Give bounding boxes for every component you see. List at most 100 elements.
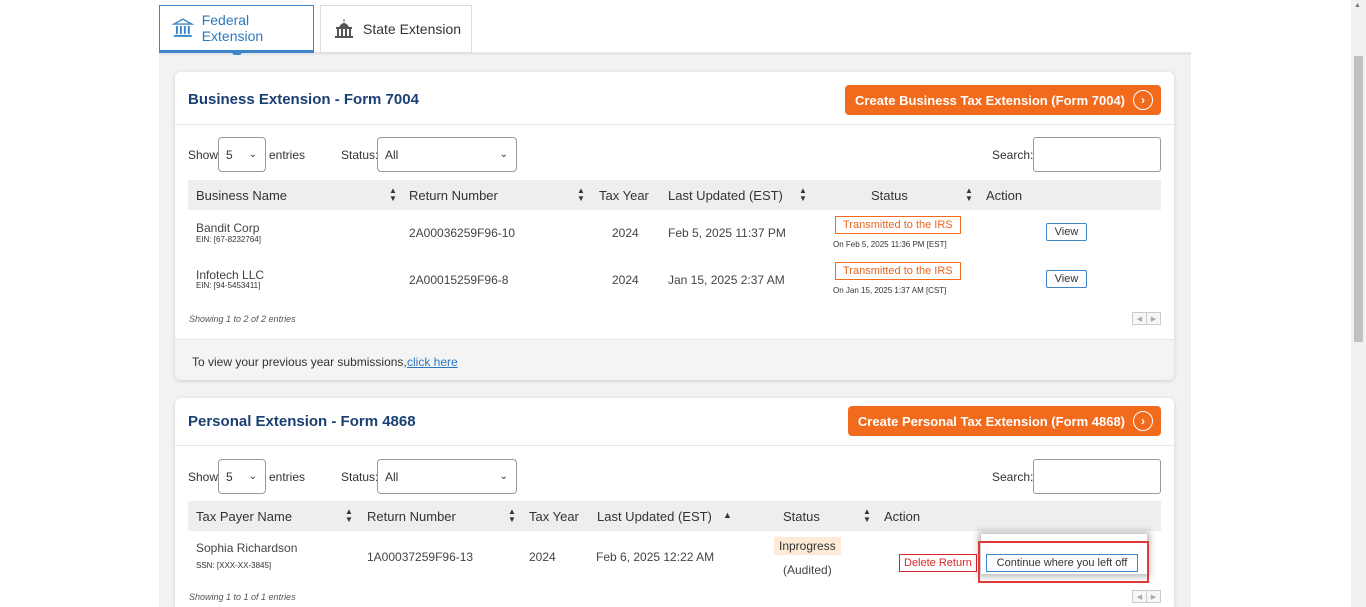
chevron-right-icon: › xyxy=(1133,411,1153,431)
last-updated: Feb 5, 2025 11:37 PM xyxy=(668,226,786,240)
chevron-down-icon: ⌄ xyxy=(499,149,508,160)
status-badge: Inprogress xyxy=(774,537,841,555)
business-name: Infotech LLC xyxy=(196,268,265,282)
prev-page-icon[interactable]: ◀ xyxy=(1133,591,1146,602)
status-filter-select[interactable]: All ⌄ xyxy=(377,137,517,172)
status-badge: Transmitted to the IRS xyxy=(835,262,961,280)
sort-icon[interactable]: ▲ ▼ xyxy=(389,187,397,203)
scroll-up-icon[interactable]: ▲ xyxy=(1354,2,1361,9)
showing-entries: Showing 1 to 1 of 1 entries xyxy=(189,592,296,602)
scroll-thumb[interactable] xyxy=(1354,56,1363,342)
view-button[interactable]: View xyxy=(1046,270,1087,288)
create-business-extension-button[interactable]: Create Business Tax Extension (Form 7004… xyxy=(845,85,1161,115)
show-label: Show xyxy=(188,148,219,162)
status-filter-label: Status: xyxy=(341,470,379,484)
previous-year-strip: To view your previous year submissions, … xyxy=(175,339,1174,380)
return-number: 2A00015259F96-8 xyxy=(409,273,509,287)
tab-federal-extension[interactable]: Federal Extension xyxy=(159,5,314,58)
col-return-number[interactable]: Return Number xyxy=(409,180,498,210)
status-timestamp: On Jan 15, 2025 1:37 AM [CST] xyxy=(833,286,947,295)
select-value: 5 xyxy=(226,147,233,162)
col-last-updated[interactable]: Last Updated (EST) xyxy=(668,180,783,210)
tab-label: Federal Extension xyxy=(201,12,264,44)
return-number: 1A00037259F96-13 xyxy=(367,550,474,564)
search-input[interactable] xyxy=(1033,137,1161,172)
create-personal-extension-button[interactable]: Create Personal Tax Extension (Form 4868… xyxy=(847,406,1161,436)
col-status[interactable]: Status xyxy=(783,501,820,531)
entries-label: entries xyxy=(269,470,306,484)
sort-icon[interactable]: ▲ ▼ xyxy=(965,187,973,203)
status-filter-select[interactable]: All ⌄ xyxy=(377,459,517,494)
button-label: Create Personal Tax Extension (Form 4868… xyxy=(857,413,1125,429)
sort-icon[interactable]: ▲ ▼ xyxy=(863,508,871,524)
sort-icon[interactable]: ▲ ▼ xyxy=(799,187,807,203)
last-updated: Jan 15, 2025 2:37 AM xyxy=(668,273,785,287)
personal-extension-card: Personal Extension - Form 4868 Create Pe… xyxy=(175,398,1174,607)
chevron-down-icon: ⌄ xyxy=(499,471,508,482)
tax-year: 2024 xyxy=(612,273,639,287)
chevron-down-icon: ⌄ xyxy=(248,149,257,160)
col-action: Action xyxy=(986,187,1023,203)
search-label: Search: xyxy=(992,148,1034,162)
col-last-updated[interactable]: Last Updated (EST) xyxy=(597,501,712,531)
status-filter-label: Status: xyxy=(341,148,379,162)
divider xyxy=(175,445,1174,446)
divider xyxy=(175,124,1174,125)
delete-return-button[interactable]: Delete Return xyxy=(899,554,977,572)
page-size-select[interactable]: 5 ⌄ xyxy=(218,459,266,494)
col-business-name[interactable]: Business Name xyxy=(196,180,287,210)
tax-year: 2024 xyxy=(612,226,639,240)
chevron-right-icon: › xyxy=(1133,90,1153,110)
card-title: Personal Extension - Form 4868 xyxy=(188,413,416,430)
select-value: All xyxy=(385,147,399,162)
pagination[interactable]: ◀ ▶ xyxy=(1132,590,1161,603)
page-scrollbar[interactable]: ▲ xyxy=(1351,0,1366,607)
col-tax-year[interactable]: Tax Year xyxy=(599,180,649,210)
col-tax-payer-name[interactable]: Tax Payer Name xyxy=(196,501,292,531)
extension-tabs: Federal Extension State Extension xyxy=(159,5,1191,58)
col-tax-year[interactable]: Tax Year xyxy=(529,501,579,531)
select-value: All xyxy=(385,469,399,484)
next-page-icon[interactable]: ▶ xyxy=(1146,591,1160,602)
search-label: Search: xyxy=(992,470,1034,484)
prev-page-icon[interactable]: ◀ xyxy=(1133,313,1146,324)
sort-icon[interactable]: ▲ ▼ xyxy=(508,508,516,524)
return-number: 2A00036259F96-10 xyxy=(409,226,516,240)
business-extension-card: Business Extension - Form 7004 Create Bu… xyxy=(175,72,1174,380)
ein: EIN: [94-5453411] xyxy=(196,281,261,290)
pagination[interactable]: ◀ ▶ xyxy=(1132,312,1161,325)
previous-year-text: To view your previous year submissions, xyxy=(192,355,407,369)
previous-year-link[interactable]: click here xyxy=(407,355,458,369)
tax-payer-name: Sophia Richardson xyxy=(196,541,298,555)
status-timestamp: On Feb 5, 2025 11:36 PM [EST] xyxy=(833,240,947,249)
button-label: Create Business Tax Extension (Form 7004… xyxy=(855,92,1125,108)
continue-button[interactable]: Continue where you left off xyxy=(986,554,1138,572)
bank-icon xyxy=(172,18,194,37)
sort-icon[interactable]: ▲ ▼ xyxy=(345,508,353,524)
showing-entries: Showing 1 to 2 of 2 entries xyxy=(189,314,296,324)
card-title: Business Extension - Form 7004 xyxy=(188,91,419,108)
status-badge: Transmitted to the IRS xyxy=(835,216,961,234)
entries-label: entries xyxy=(269,148,306,162)
ein: EIN: [67-8232764] xyxy=(196,235,261,244)
sort-asc-icon[interactable]: ▲ xyxy=(723,510,732,520)
show-label: Show xyxy=(188,470,219,484)
chevron-down-icon: ⌄ xyxy=(248,471,257,482)
ssn: SSN: [XXX-XX-3845] xyxy=(196,561,272,570)
search-input[interactable] xyxy=(1033,459,1161,494)
capitol-icon xyxy=(335,19,353,38)
select-value: 5 xyxy=(226,469,233,484)
col-return-number[interactable]: Return Number xyxy=(367,501,456,531)
status-audited: (Audited) xyxy=(783,563,832,577)
tab-state-extension[interactable]: State Extension xyxy=(320,5,472,53)
last-updated: Feb 6, 2025 12:22 AM xyxy=(596,550,715,564)
col-status[interactable]: Status xyxy=(871,180,908,210)
table-header: Tax Payer Name ▲ ▼ Return Number ▲ ▼ Tax Y… xyxy=(188,501,1161,531)
view-button[interactable]: View xyxy=(1046,223,1087,241)
table-header: Business Name ▲ ▼ Return Number ▲ ▼ Tax Ye… xyxy=(188,180,1161,210)
next-page-icon[interactable]: ▶ xyxy=(1146,313,1160,324)
col-action: Action xyxy=(884,508,921,524)
sort-icon[interactable]: ▲ ▼ xyxy=(577,187,585,203)
business-name: Bandit Corp xyxy=(196,221,260,235)
page-size-select[interactable]: 5 ⌄ xyxy=(218,137,266,172)
